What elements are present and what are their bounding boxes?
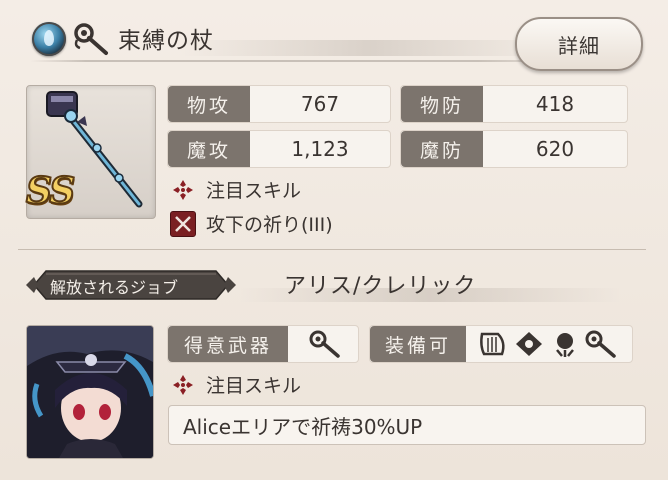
staff-icon — [309, 330, 340, 358]
favorite-weapon-label: 得意武器 — [168, 326, 288, 362]
water-element-icon — [32, 22, 66, 56]
focus-skill-label: 注目スキル — [206, 180, 302, 202]
character-illustration — [27, 326, 153, 458]
job-focus-skill-row: 注目スキル — [172, 371, 301, 398]
equippable-label: 装備可 — [370, 326, 466, 362]
weapon-skill-name: 攻下の祈り(III) — [206, 214, 333, 236]
equippable-tag: 装備可 — [369, 325, 633, 363]
stat-physical-defense: 物防 418 — [400, 85, 628, 123]
stat-value: 620 — [535, 137, 575, 161]
job-focus-skill-label: 注目スキル — [206, 375, 302, 397]
stat-value: 418 — [535, 92, 575, 116]
focus-cross-icon — [173, 179, 193, 200]
stat-label: 魔攻 — [168, 131, 250, 167]
weapon-name: 束縛の杖 — [118, 28, 214, 54]
focus-cross-icon — [173, 374, 193, 395]
focus-skill-row: 注目スキル — [172, 176, 301, 203]
harp-icon — [480, 332, 505, 356]
crossed-swords-icon — [170, 210, 196, 237]
title-divider — [30, 60, 590, 62]
weapon-detail-panel: 束縛の杖 詳細 SS 物攻 767 物防 418 魔攻 1,123 魔防 620 — [0, 0, 668, 480]
stat-value: 767 — [300, 92, 340, 116]
weapon-skill-row[interactable]: 攻下の祈り(III) — [170, 210, 333, 237]
job-name: アリス/クレリック — [284, 274, 477, 299]
section-divider — [18, 249, 646, 250]
stat-label: 魔防 — [401, 131, 483, 167]
stat-label: 物攻 — [168, 86, 250, 122]
stat-magic-attack: 魔攻 1,123 — [167, 130, 391, 168]
header-decoration — [180, 40, 560, 56]
tome-icon — [516, 332, 542, 356]
job-banner-label: 解放されるジョブ — [50, 278, 179, 297]
staff-icon — [74, 23, 108, 55]
stat-magic-defense: 魔防 620 — [400, 130, 628, 168]
detail-button[interactable]: 詳細 — [515, 17, 643, 71]
character-portrait — [26, 325, 154, 459]
rank-badge: SS — [25, 169, 76, 213]
favorite-weapon-tag: 得意武器 — [167, 325, 359, 363]
staff-icon — [585, 330, 616, 358]
stat-physical-attack: 物攻 767 — [167, 85, 391, 123]
stat-label: 物防 — [401, 86, 483, 122]
stat-value: 1,123 — [291, 137, 349, 161]
job-skill-description: Aliceエリアで祈祷30%UP — [168, 405, 646, 445]
orb-icon — [556, 333, 574, 357]
